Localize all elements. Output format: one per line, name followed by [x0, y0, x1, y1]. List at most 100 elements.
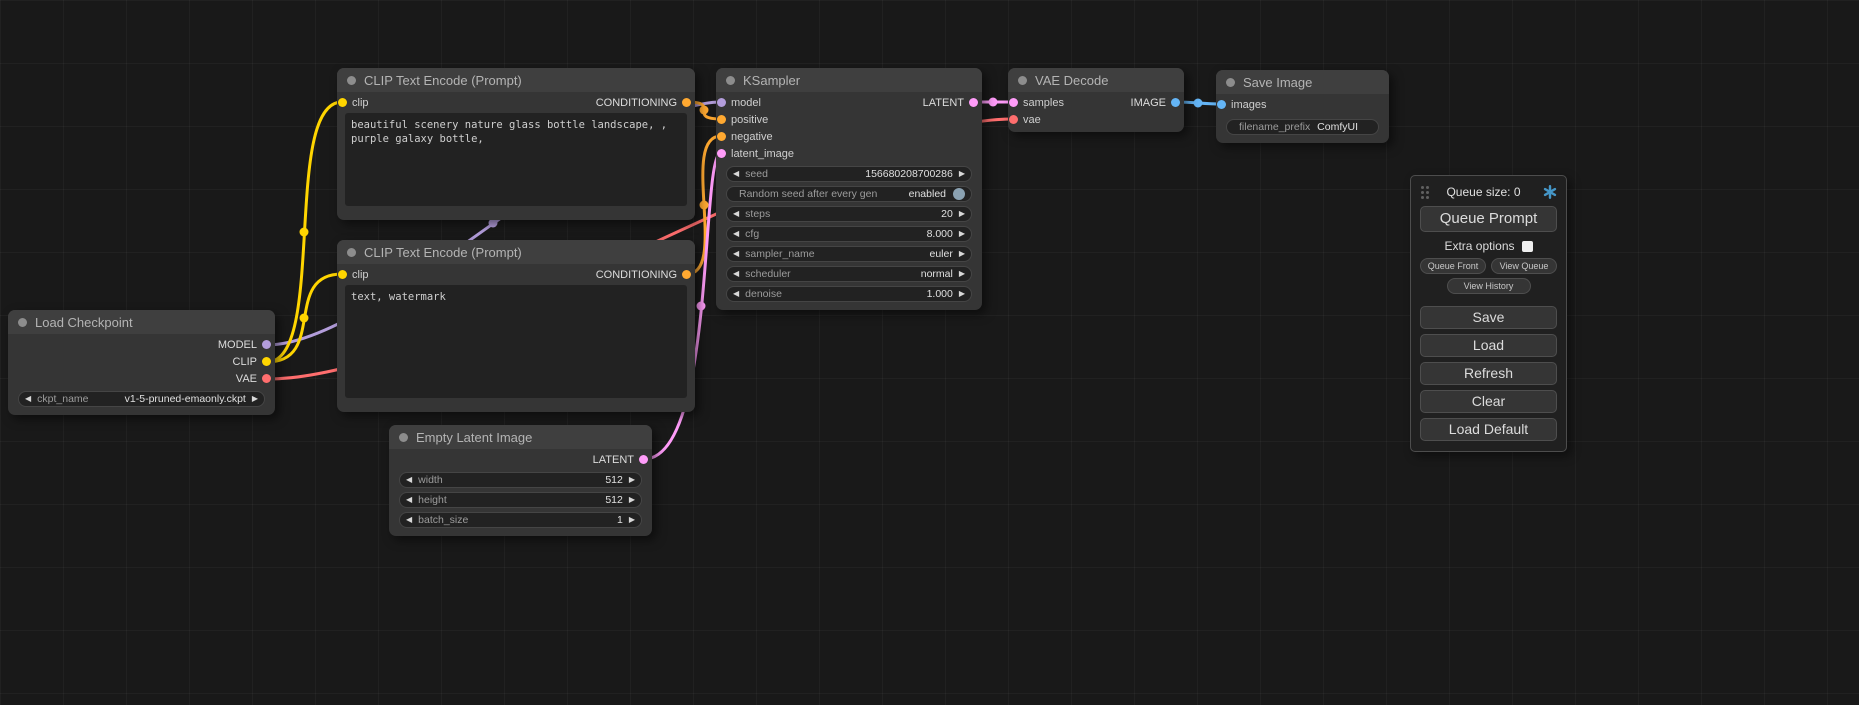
input-slot-images[interactable]: images: [1217, 99, 1266, 111]
node-load-checkpoint[interactable]: Load Checkpoint MODEL CLIP VAE: [8, 310, 275, 415]
output-slot-image[interactable]: IMAGE: [1131, 97, 1180, 109]
output-dot-clip[interactable]: [262, 357, 271, 366]
output-dot-image[interactable]: [1171, 98, 1180, 107]
input-slot-positive[interactable]: positive: [717, 114, 768, 126]
node-title-bar[interactable]: Load Checkpoint: [8, 310, 275, 334]
next-arrow-icon[interactable]: ▶: [959, 270, 965, 278]
negative-prompt-textarea[interactable]: text, watermark: [345, 285, 687, 398]
refresh-button[interactable]: Refresh: [1420, 362, 1557, 385]
input-slot-clip[interactable]: clip: [338, 269, 369, 281]
input-dot-vae[interactable]: [1009, 115, 1018, 124]
collapse-dot-icon[interactable]: [726, 76, 735, 85]
widget-batch-size[interactable]: ◀ batch_size 1 ▶: [399, 512, 642, 528]
node-ksampler[interactable]: KSampler model LATENT positive: [716, 68, 982, 310]
graph-canvas[interactable]: Load Checkpoint MODEL CLIP VAE: [0, 0, 1859, 705]
queue-front-button[interactable]: Queue Front: [1420, 258, 1486, 274]
prev-arrow-icon[interactable]: ◀: [25, 395, 31, 403]
output-slot-conditioning[interactable]: CONDITIONING: [596, 97, 691, 109]
drag-handle-icon[interactable]: [1421, 186, 1424, 189]
node-title-bar[interactable]: KSampler: [716, 68, 982, 92]
collapse-dot-icon[interactable]: [1226, 78, 1235, 87]
node-title-bar[interactable]: Empty Latent Image: [389, 425, 652, 449]
load-default-button[interactable]: Load Default: [1420, 418, 1557, 441]
node-vae-decode[interactable]: VAE Decode samples IMAGE vae: [1008, 68, 1184, 132]
save-button[interactable]: Save: [1420, 306, 1557, 329]
output-slot-latent[interactable]: LATENT: [593, 454, 648, 466]
output-dot-vae[interactable]: [262, 374, 271, 383]
increment-arrow-icon[interactable]: ▶: [959, 230, 965, 238]
decrement-arrow-icon[interactable]: ◀: [733, 170, 739, 178]
decrement-arrow-icon[interactable]: ◀: [733, 230, 739, 238]
widget-width[interactable]: ◀ width 512 ▶: [399, 472, 642, 488]
widget-scheduler[interactable]: ◀ scheduler normal ▶: [726, 266, 972, 282]
widget-filename-prefix[interactable]: filename_prefix ComfyUI: [1226, 119, 1379, 135]
increment-arrow-icon[interactable]: ▶: [629, 496, 635, 504]
output-slot-conditioning[interactable]: CONDITIONING: [596, 269, 691, 281]
widget-cfg[interactable]: ◀ cfg 8.000 ▶: [726, 226, 972, 242]
decrement-arrow-icon[interactable]: ◀: [733, 210, 739, 218]
output-slot-model[interactable]: MODEL: [218, 339, 271, 351]
node-save-image[interactable]: Save Image images filename_prefix ComfyU…: [1216, 70, 1389, 143]
prev-arrow-icon[interactable]: ◀: [733, 270, 739, 278]
input-dot-model[interactable]: [717, 98, 726, 107]
node-title-bar[interactable]: VAE Decode: [1008, 68, 1184, 92]
collapse-dot-icon[interactable]: [347, 248, 356, 257]
input-dot-negative[interactable]: [717, 132, 726, 141]
output-slot-vae[interactable]: VAE: [236, 373, 271, 385]
input-slot-vae[interactable]: vae: [1009, 114, 1041, 126]
increment-arrow-icon[interactable]: ▶: [959, 210, 965, 218]
collapse-dot-icon[interactable]: [18, 318, 27, 327]
output-dot-latent[interactable]: [639, 455, 648, 464]
prev-arrow-icon[interactable]: ◀: [733, 250, 739, 258]
load-button[interactable]: Load: [1420, 334, 1557, 357]
input-dot-positive[interactable]: [717, 115, 726, 124]
input-dot-clip[interactable]: [338, 98, 347, 107]
toggle-knob-icon[interactable]: [953, 188, 965, 200]
increment-arrow-icon[interactable]: ▶: [629, 516, 635, 524]
input-dot-latent-image[interactable]: [717, 149, 726, 158]
clear-button[interactable]: Clear: [1420, 390, 1557, 413]
node-empty-latent-image[interactable]: Empty Latent Image LATENT ◀ width 512 ▶ …: [389, 425, 652, 536]
widget-steps[interactable]: ◀ steps 20 ▶: [726, 206, 972, 222]
input-slot-model[interactable]: model: [717, 97, 761, 109]
output-dot-conditioning[interactable]: [682, 98, 691, 107]
settings-gear-icon[interactable]: [1543, 185, 1557, 199]
collapse-dot-icon[interactable]: [347, 76, 356, 85]
decrement-arrow-icon[interactable]: ◀: [406, 476, 412, 484]
queue-prompt-button[interactable]: Queue Prompt: [1420, 206, 1557, 232]
decrement-arrow-icon[interactable]: ◀: [406, 516, 412, 524]
input-slot-negative[interactable]: negative: [717, 131, 773, 143]
input-dot-samples[interactable]: [1009, 98, 1018, 107]
widget-random-seed-toggle[interactable]: Random seed after every gen enabled: [726, 186, 972, 202]
output-dot-model[interactable]: [262, 340, 271, 349]
decrement-arrow-icon[interactable]: ◀: [733, 290, 739, 298]
increment-arrow-icon[interactable]: ▶: [959, 170, 965, 178]
output-slot-clip[interactable]: CLIP: [233, 356, 271, 368]
input-slot-clip[interactable]: clip: [338, 97, 369, 109]
node-title-bar[interactable]: CLIP Text Encode (Prompt): [337, 240, 695, 264]
node-title-bar[interactable]: Save Image: [1216, 70, 1389, 94]
next-arrow-icon[interactable]: ▶: [959, 250, 965, 258]
extra-options-checkbox[interactable]: [1522, 241, 1533, 252]
view-history-button[interactable]: View History: [1447, 278, 1531, 294]
widget-sampler-name[interactable]: ◀ sampler_name euler ▶: [726, 246, 972, 262]
collapse-dot-icon[interactable]: [1018, 76, 1027, 85]
widget-denoise[interactable]: ◀ denoise 1.000 ▶: [726, 286, 972, 302]
widget-height[interactable]: ◀ height 512 ▶: [399, 492, 642, 508]
input-dot-clip[interactable]: [338, 270, 347, 279]
increment-arrow-icon[interactable]: ▶: [959, 290, 965, 298]
decrement-arrow-icon[interactable]: ◀: [406, 496, 412, 504]
positive-prompt-textarea[interactable]: beautiful scenery nature glass bottle la…: [345, 113, 687, 206]
output-dot-conditioning[interactable]: [682, 270, 691, 279]
node-title-bar[interactable]: CLIP Text Encode (Prompt): [337, 68, 695, 92]
increment-arrow-icon[interactable]: ▶: [629, 476, 635, 484]
view-queue-button[interactable]: View Queue: [1491, 258, 1557, 274]
input-slot-latent-image[interactable]: latent_image: [717, 148, 794, 160]
output-slot-latent[interactable]: LATENT: [923, 97, 978, 109]
next-arrow-icon[interactable]: ▶: [252, 395, 258, 403]
widget-seed[interactable]: ◀ seed 156680208700286 ▶: [726, 166, 972, 182]
widget-ckpt-name[interactable]: ◀ ckpt_name v1-5-pruned-emaonly.ckpt ▶: [18, 391, 265, 407]
node-clip-text-encode-negative[interactable]: CLIP Text Encode (Prompt) clip CONDITION…: [337, 240, 695, 412]
input-slot-samples[interactable]: samples: [1009, 97, 1064, 109]
node-clip-text-encode-positive[interactable]: CLIP Text Encode (Prompt) clip CONDITION…: [337, 68, 695, 220]
